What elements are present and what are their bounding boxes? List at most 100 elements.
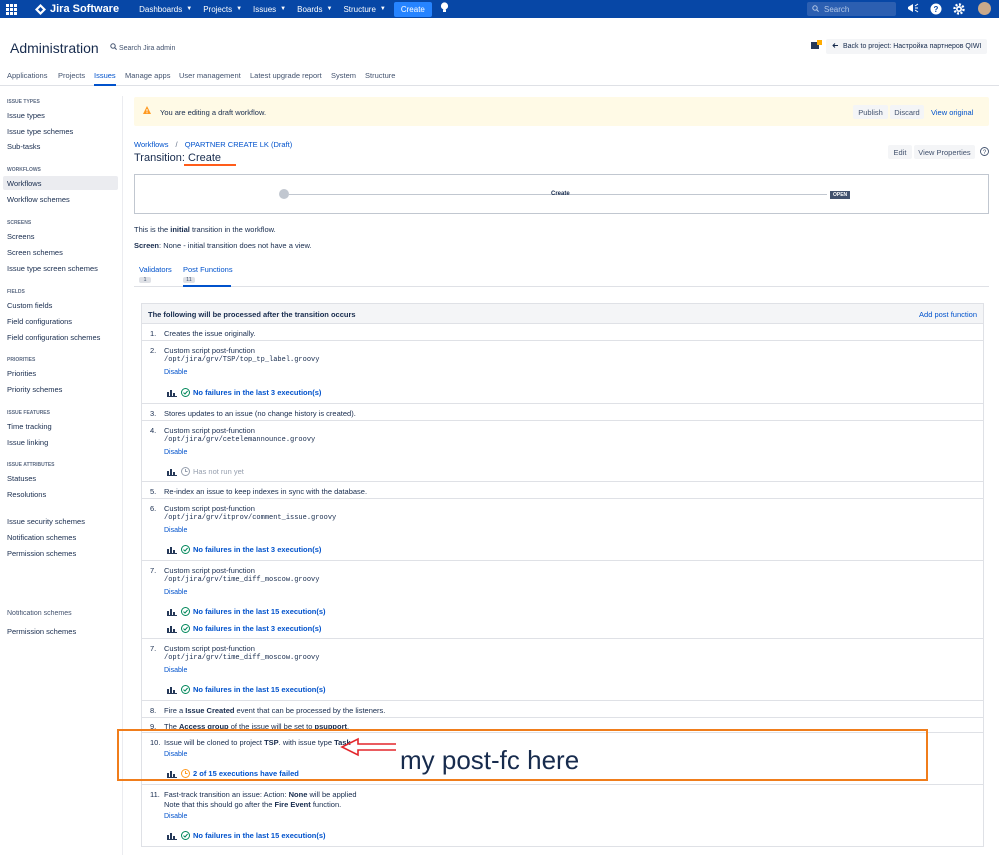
execution-status[interactable]: No failures in the last 15 execution(s) <box>167 831 326 840</box>
sidebar-item-issue-type-schemes[interactable]: Issue type schemes <box>7 127 73 136</box>
tab-structure[interactable]: Structure <box>365 71 395 84</box>
breadcrumb-workflows[interactable]: Workflows <box>134 140 168 149</box>
bar-chart-icon <box>167 389 177 397</box>
sidebar-item-issue-linking[interactable]: Issue linking <box>7 438 48 447</box>
create-button[interactable]: Create <box>393 1 432 17</box>
tab-system[interactable]: System <box>331 71 356 84</box>
item-text: Custom script post-function <box>164 566 255 575</box>
disable-link[interactable]: Disable <box>164 527 187 534</box>
feedback-icon[interactable] <box>811 40 823 54</box>
arrow-left-icon <box>832 42 839 51</box>
execution-status[interactable]: No failures in the last 3 execution(s) <box>167 388 321 397</box>
execution-status[interactable]: No failures in the last 3 execution(s) <box>167 545 321 554</box>
sidebar-item-custom-fields[interactable]: Custom fields <box>7 301 52 310</box>
transition-name: Create <box>188 152 222 164</box>
execution-status[interactable]: Has not run yet <box>167 467 244 476</box>
sidebar-item-priorities[interactable]: Priorities <box>7 369 36 378</box>
text-bold: Issue Created <box>185 706 235 715</box>
disable-link[interactable]: Disable <box>164 667 187 674</box>
sidebar-item-issue-security-schemes[interactable]: Issue security schemes <box>7 517 85 526</box>
list-item: 2. Custom script post-function /opt/jira… <box>142 341 983 404</box>
avatar[interactable] <box>978 2 991 15</box>
sidebar-item-permission-schemes-dup[interactable]: Permission schemes <box>7 627 76 636</box>
tab-validators[interactable]: Validators 1 <box>139 265 172 283</box>
app-switcher-icon[interactable] <box>3 0 19 18</box>
nav-projects[interactable]: Projects ▼ <box>203 5 242 14</box>
tab-manage-apps[interactable]: Manage apps <box>125 71 170 84</box>
view-properties-button[interactable]: View Properties <box>914 145 975 159</box>
text-part: event that can be processed by the liste… <box>234 706 386 715</box>
nav-boards[interactable]: Boards ▼ <box>297 5 332 14</box>
disable-link[interactable]: Disable <box>164 369 187 376</box>
lightbulb-icon[interactable] <box>440 2 449 16</box>
help-icon[interactable]: ? <box>930 3 942 18</box>
disable-link[interactable]: Disable <box>164 449 187 456</box>
tab-applications[interactable]: Applications <box>7 71 47 84</box>
tab-projects[interactable]: Projects <box>58 71 85 84</box>
sidebar-item-screen-schemes[interactable]: Screen schemes <box>7 248 63 257</box>
sidebar-item-workflows[interactable]: Workflows <box>7 179 41 188</box>
sidebar-item-notification-schemes[interactable]: Notification schemes <box>7 533 76 542</box>
list-item: 6. Custom script post-function /opt/jira… <box>142 499 983 561</box>
tab-user-management[interactable]: User management <box>179 71 241 84</box>
sidebar-item-notification-schemes-clipped[interactable]: Notification schemes <box>7 610 72 615</box>
admin-search[interactable]: Search Jira admin <box>110 43 175 52</box>
list-item: 7. Custom script post-function /opt/jira… <box>142 639 983 701</box>
sidebar-item-resolutions[interactable]: Resolutions <box>7 490 46 499</box>
sidebar-item-permission-schemes[interactable]: Permission schemes <box>7 549 76 558</box>
brand-name: Jira Software <box>50 3 120 15</box>
disable-link[interactable]: Disable <box>164 813 187 820</box>
search-input[interactable]: Search <box>807 2 896 16</box>
list-item: 5. Re-index an issue to keep indexes in … <box>142 482 983 499</box>
publish-button[interactable]: Publish <box>853 105 888 119</box>
execution-status[interactable]: No failures in the last 15 execution(s) <box>167 607 326 616</box>
execution-status[interactable]: No failures in the last 3 execution(s) <box>167 624 321 633</box>
execution-status[interactable]: No failures in the last 15 execution(s) <box>167 685 326 694</box>
annotation-arrow-icon <box>340 737 396 757</box>
disable-link[interactable]: Disable <box>164 589 187 596</box>
info-text: This is the <box>134 225 171 234</box>
tab-post-functions[interactable]: Post Functions 11 <box>183 265 233 283</box>
tabs-divider <box>134 286 989 287</box>
jira-logo[interactable]: Jira Software <box>35 3 119 15</box>
execution-status-text: No failures in the last 15 execution(s) <box>193 607 326 616</box>
sidebar-item-priority-schemes[interactable]: Priority schemes <box>7 385 62 394</box>
sidebar-item-field-configuration-schemes[interactable]: Field configuration schemes <box>7 333 100 342</box>
item-text: Fast-track transition an issue: Action: … <box>164 790 357 799</box>
execution-status-text: No failures in the last 15 execution(s) <box>193 685 326 694</box>
sidebar-item-field-configurations[interactable]: Field configurations <box>7 317 72 326</box>
gear-icon[interactable] <box>953 3 965 18</box>
sidebar: ISSUE TYPES Issue types Issue type schem… <box>0 96 123 855</box>
add-post-function-link[interactable]: Add post function <box>919 310 977 319</box>
item-number: 5. <box>150 487 157 496</box>
megaphone-icon[interactable] <box>907 3 919 17</box>
sidebar-heading: ISSUE FEATURES <box>7 410 50 416</box>
admin-search-label: Search Jira admin <box>118 45 176 52</box>
discard-button[interactable]: Discard <box>890 105 924 119</box>
execution-status-text: No failures in the last 3 execution(s) <box>193 624 322 633</box>
sidebar-item-issue-types[interactable]: Issue types <box>7 111 45 120</box>
text-part: Note that this should go after the <box>164 800 275 809</box>
search-icon <box>110 43 119 52</box>
edit-button[interactable]: Edit <box>888 145 912 159</box>
sidebar-item-workflow-schemes[interactable]: Workflow schemes <box>7 195 70 204</box>
nav-issues[interactable]: Issues ▼ <box>253 5 286 14</box>
nav-dashboards[interactable]: Dashboards ▼ <box>139 5 192 14</box>
script-path: /opt/jira/grv/TSP/top_tp_label.groovy <box>164 356 320 364</box>
sidebar-item-statuses[interactable]: Statuses <box>7 474 36 483</box>
tab-issues[interactable]: Issues <box>94 71 116 86</box>
sidebar-item-issue-type-screen-schemes[interactable]: Issue type screen schemes <box>7 264 98 273</box>
info-text: : None - initial transition does not hav… <box>159 241 312 250</box>
back-to-project-button[interactable]: Back to project: Настройка партнеров QIW… <box>826 39 988 54</box>
help-icon[interactable]: ? <box>980 147 989 158</box>
sidebar-item-time-tracking[interactable]: Time tracking <box>7 422 52 431</box>
sidebar-item-sub-tasks[interactable]: Sub-tasks <box>7 142 40 151</box>
view-original-link[interactable]: View original <box>931 108 973 117</box>
tab-latest-upgrade-report[interactable]: Latest upgrade report <box>250 71 322 84</box>
breadcrumb-draft-workflow[interactable]: QPARTNER CREATE LK (Draft) <box>185 140 293 149</box>
nav-structure[interactable]: Structure ▼ <box>343 5 385 14</box>
chevron-down-icon: ▼ <box>280 6 287 12</box>
top-navigation: Jira Software Dashboards ▼ Projects ▼ Issu… <box>0 0 999 18</box>
sidebar-item-screens[interactable]: Screens <box>7 232 35 241</box>
post-functions-heading: The following will be processed after th… <box>148 310 356 319</box>
